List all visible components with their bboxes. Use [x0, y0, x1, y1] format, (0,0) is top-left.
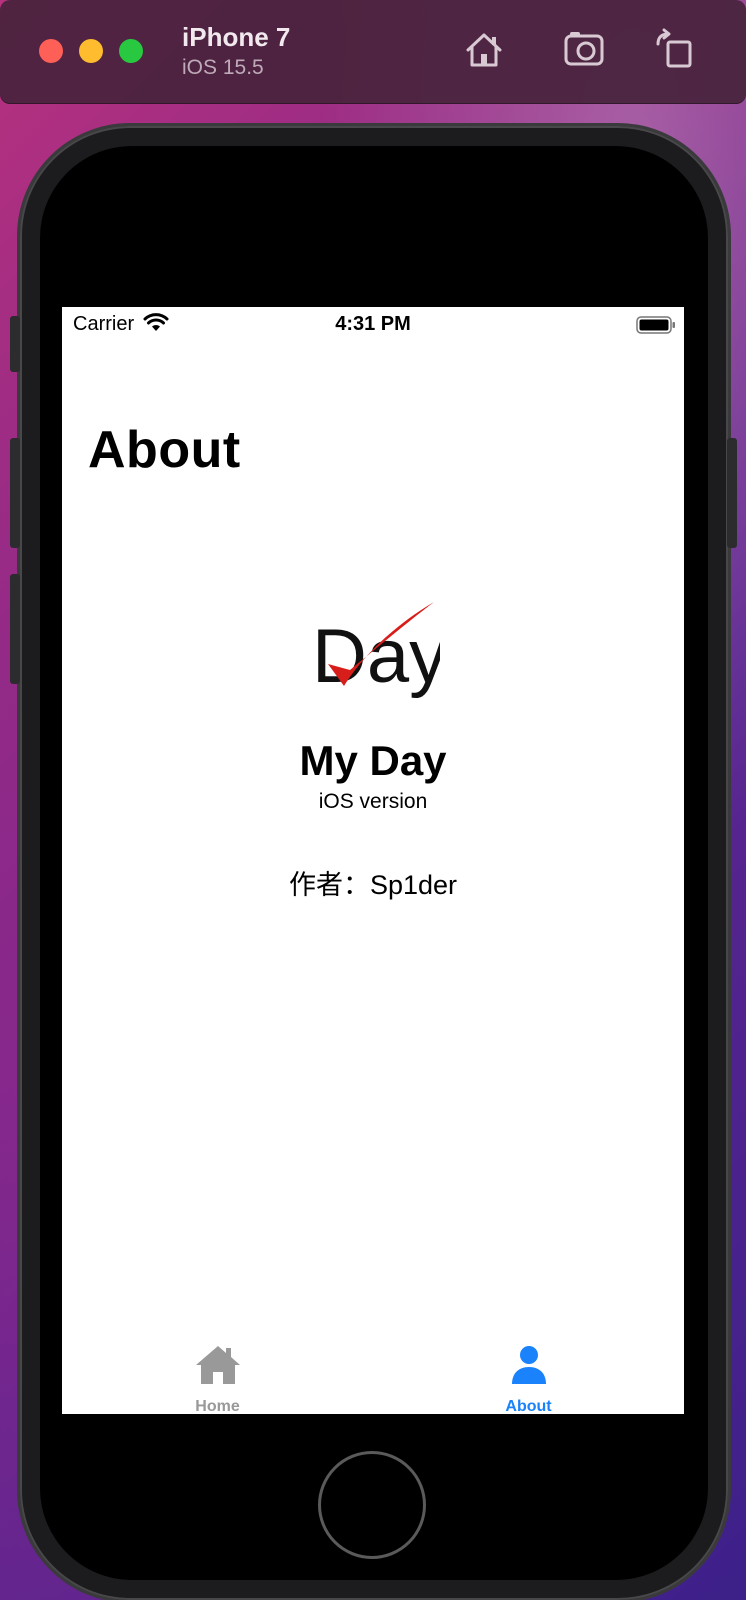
- app-name: My Day: [299, 737, 447, 784]
- battery-icon: [636, 315, 676, 340]
- device-name: iPhone 7: [182, 22, 291, 52]
- app-screen: Carrier 4:31 PM About Day My Day iOS ver…: [62, 307, 684, 1414]
- tab-bar: Home About: [62, 1314, 684, 1414]
- os-version: iOS 15.5: [182, 56, 264, 79]
- app-subtitle: iOS version: [318, 790, 428, 813]
- logo-text: Day: [312, 614, 440, 699]
- page-title: About: [88, 421, 241, 479]
- close-window-button[interactable]: [39, 39, 63, 63]
- volume-up-button: [10, 438, 20, 548]
- app-logo: Day: [310, 602, 447, 702]
- volume-down-button: [10, 574, 20, 684]
- power-button: [727, 438, 737, 548]
- minimize-window-button[interactable]: [79, 39, 103, 63]
- simulator-title-bar: iPhone 7 iOS 15.5: [0, 0, 746, 104]
- tab-about-label: About: [505, 1398, 552, 1414]
- tab-home-label: Home: [195, 1398, 240, 1414]
- rotate-icon[interactable]: [652, 28, 696, 72]
- home-button[interactable]: [318, 1451, 426, 1559]
- mute-switch: [10, 316, 20, 372]
- person-icon: [511, 1346, 546, 1384]
- zoom-window-button[interactable]: [119, 39, 143, 63]
- house-icon: [195, 1346, 240, 1384]
- status-bar: Carrier 4:31 PM: [62, 307, 684, 343]
- home-icon[interactable]: [462, 28, 506, 72]
- tab-home[interactable]: Home: [62, 1314, 373, 1414]
- screenshot-camera-icon[interactable]: [562, 28, 606, 72]
- status-time: 4:31 PM: [335, 313, 411, 335]
- tab-about[interactable]: About: [373, 1314, 684, 1414]
- author-label: 作者：Sp1der: [288, 870, 458, 900]
